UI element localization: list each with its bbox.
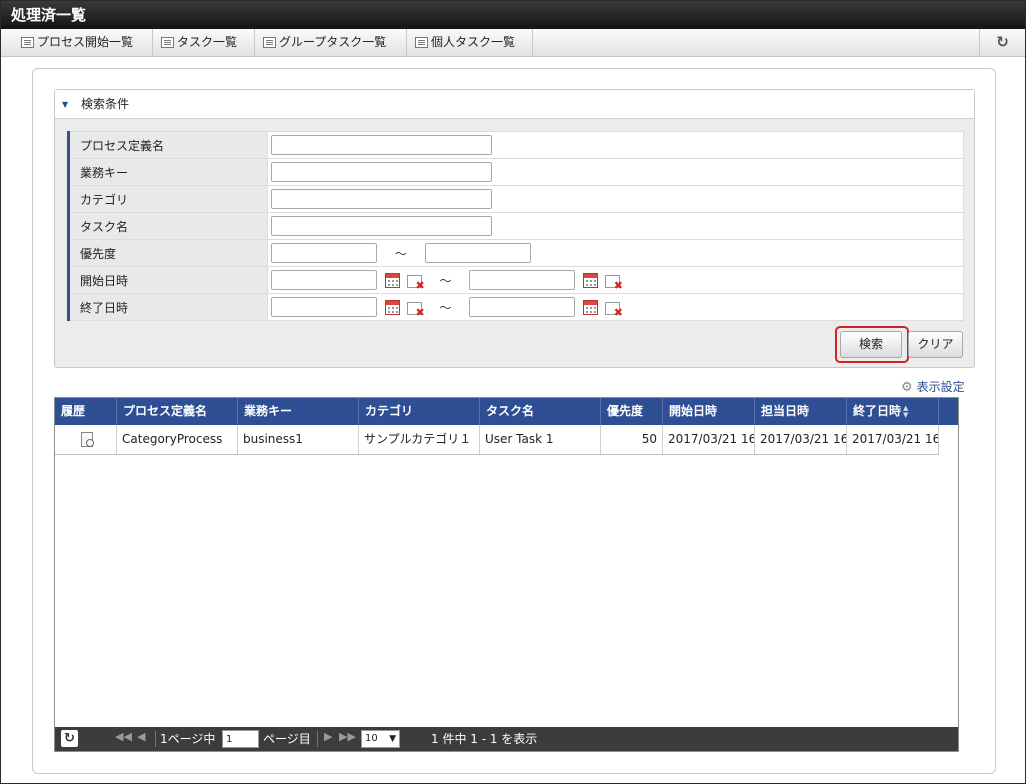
field-label: タスク名 bbox=[67, 212, 268, 240]
page-prefix: 1ページ中 bbox=[160, 732, 216, 746]
cell-end-datetime: 2017/03/21 16:5 bbox=[847, 425, 939, 454]
start-datetime-from-input[interactable] bbox=[271, 270, 377, 290]
record-summary: 1 件中 1 - 1 を表示 bbox=[431, 732, 538, 746]
cell-business-key: business1 bbox=[238, 425, 359, 454]
search-conditions-toggle[interactable]: ▼ 検索条件 bbox=[55, 90, 974, 119]
search-form: プロセス定義名 業務キー カテゴリ タスク名 優先度 ～ 開始日時 ✖ ～ ✖ … bbox=[67, 131, 964, 321]
list-icon bbox=[21, 37, 34, 48]
priority-to-input[interactable] bbox=[424, 243, 531, 263]
field-label: カテゴリ bbox=[67, 185, 268, 213]
caret-down-icon: ▼ bbox=[62, 100, 69, 109]
calendar-icon[interactable] bbox=[384, 299, 400, 315]
field-label: 優先度 bbox=[67, 239, 268, 267]
cell-claim-datetime: 2017/03/21 16:5 bbox=[755, 425, 847, 454]
page-number-input[interactable] bbox=[222, 730, 259, 748]
range-separator: ～ bbox=[439, 300, 452, 315]
pager-divider bbox=[317, 731, 318, 747]
sort-icon: ▲ ▼ bbox=[903, 403, 909, 419]
clear-button[interactable]: クリア bbox=[908, 331, 963, 358]
tab-label: グループタスク一覧 bbox=[279, 35, 387, 49]
range-separator: ～ bbox=[439, 273, 452, 288]
clear-date-icon[interactable]: ✖ bbox=[406, 302, 425, 318]
col-header-claim-datetime[interactable]: 担当日時 bbox=[755, 398, 847, 425]
search-button[interactable]: 検索 bbox=[840, 331, 902, 358]
col-header-end-datetime-label: 終了日時 bbox=[853, 404, 902, 418]
clear-date-icon[interactable]: ✖ bbox=[604, 302, 623, 318]
calendar-icon[interactable] bbox=[583, 272, 599, 288]
prev-page-icon[interactable]: ◀ bbox=[137, 730, 145, 743]
results-grid: 履歴 プロセス定義名 業務キー カテゴリ タスク名 優先度 開始日時 担当日時 … bbox=[54, 397, 959, 752]
field-label: 開始日時 bbox=[67, 266, 268, 294]
category-input[interactable] bbox=[271, 189, 492, 209]
end-datetime-from-input[interactable] bbox=[271, 297, 377, 317]
tab-task-list[interactable]: タスク一覧 bbox=[153, 29, 255, 56]
list-icon bbox=[415, 37, 428, 48]
tab-personal-task-list[interactable]: 個人タスク一覧 bbox=[407, 29, 533, 56]
last-page-icon[interactable]: ▶▶ bbox=[339, 730, 356, 743]
priority-from-input[interactable] bbox=[271, 243, 377, 263]
cell-category: サンプルカテゴリ１ bbox=[359, 425, 480, 454]
range-separator: ～ bbox=[394, 246, 407, 261]
cell-start-datetime: 2017/03/21 16:5 bbox=[663, 425, 755, 454]
col-header-start-datetime[interactable]: 開始日時 bbox=[663, 398, 755, 425]
reload-icon[interactable]: ↻ bbox=[61, 730, 78, 747]
field-label: 終了日時 bbox=[67, 293, 268, 321]
window-title: 処理済一覧 bbox=[1, 1, 1025, 29]
page-size-select[interactable]: 10 ▼ bbox=[361, 730, 400, 748]
grid-header: 履歴 プロセス定義名 業務キー カテゴリ タスク名 優先度 開始日時 担当日時 … bbox=[55, 398, 958, 425]
tab-group-task-list[interactable]: グループタスク一覧 bbox=[255, 29, 407, 56]
end-datetime-to-input[interactable] bbox=[469, 297, 576, 317]
clear-date-icon[interactable]: ✖ bbox=[604, 275, 623, 291]
task-name-input[interactable] bbox=[271, 216, 492, 236]
field-label: 業務キー bbox=[67, 158, 268, 186]
tab-process-start-list[interactable]: プロセス開始一覧 bbox=[13, 29, 153, 56]
col-header-history[interactable]: 履歴 bbox=[55, 398, 117, 425]
business-key-input[interactable] bbox=[271, 162, 492, 182]
list-icon bbox=[263, 37, 276, 48]
process-def-name-input[interactable] bbox=[271, 135, 492, 155]
calendar-icon[interactable] bbox=[384, 272, 400, 288]
refresh-icon[interactable]: ↻ bbox=[979, 29, 1025, 56]
page-size-value: 10 bbox=[365, 733, 378, 744]
cell-task-name: User Task 1 bbox=[480, 425, 601, 454]
app-window: 処理済一覧 プロセス開始一覧 タスク一覧 グループタスク一覧 個人タスク一覧 ↻… bbox=[0, 0, 1026, 784]
tab-bar: プロセス開始一覧 タスク一覧 グループタスク一覧 個人タスク一覧 ↻ bbox=[1, 29, 1025, 57]
tab-label: タスク一覧 bbox=[177, 35, 238, 49]
history-icon[interactable] bbox=[81, 432, 94, 447]
col-header-process-def-name[interactable]: プロセス定義名 bbox=[117, 398, 238, 425]
page-suffix: ページ目 bbox=[263, 732, 311, 746]
col-header-end-datetime[interactable]: 終了日時 ▲ ▼ bbox=[847, 398, 939, 425]
field-label: プロセス定義名 bbox=[67, 131, 268, 159]
start-datetime-to-input[interactable] bbox=[469, 270, 576, 290]
tab-label: プロセス開始一覧 bbox=[37, 35, 134, 49]
next-page-icon[interactable]: ▶ bbox=[324, 730, 332, 743]
pager: ↻ ◀◀ ◀ 1ページ中 ページ目 ▶ ▶▶ 10 ▼ 1 件中 1 - 1 を表… bbox=[55, 727, 958, 751]
col-header-task-name[interactable]: タスク名 bbox=[480, 398, 601, 425]
col-header-business-key[interactable]: 業務キー bbox=[238, 398, 359, 425]
gear-icon: ⚙ bbox=[901, 380, 913, 395]
display-settings-label: 表示設定 bbox=[916, 380, 965, 394]
clear-date-icon[interactable]: ✖ bbox=[406, 275, 425, 291]
display-settings-link[interactable]: ⚙ 表示設定 bbox=[901, 378, 965, 395]
list-icon bbox=[161, 37, 174, 48]
pager-divider bbox=[155, 731, 156, 747]
table-row[interactable]: CategoryProcess business1 サンプルカテゴリ１ User… bbox=[55, 425, 939, 455]
col-header-priority[interactable]: 優先度 bbox=[601, 398, 663, 425]
cell-process-def-name: CategoryProcess bbox=[117, 425, 238, 454]
col-header-category[interactable]: カテゴリ bbox=[359, 398, 480, 425]
cell-priority: 50 bbox=[601, 425, 663, 454]
first-page-icon[interactable]: ◀◀ bbox=[115, 730, 132, 743]
history-cell bbox=[55, 425, 117, 454]
chevron-down-icon: ▼ bbox=[389, 734, 396, 744]
tab-label: 個人タスク一覧 bbox=[431, 35, 516, 49]
search-conditions-title: 検索条件 bbox=[81, 97, 130, 111]
calendar-icon[interactable] bbox=[583, 299, 599, 315]
